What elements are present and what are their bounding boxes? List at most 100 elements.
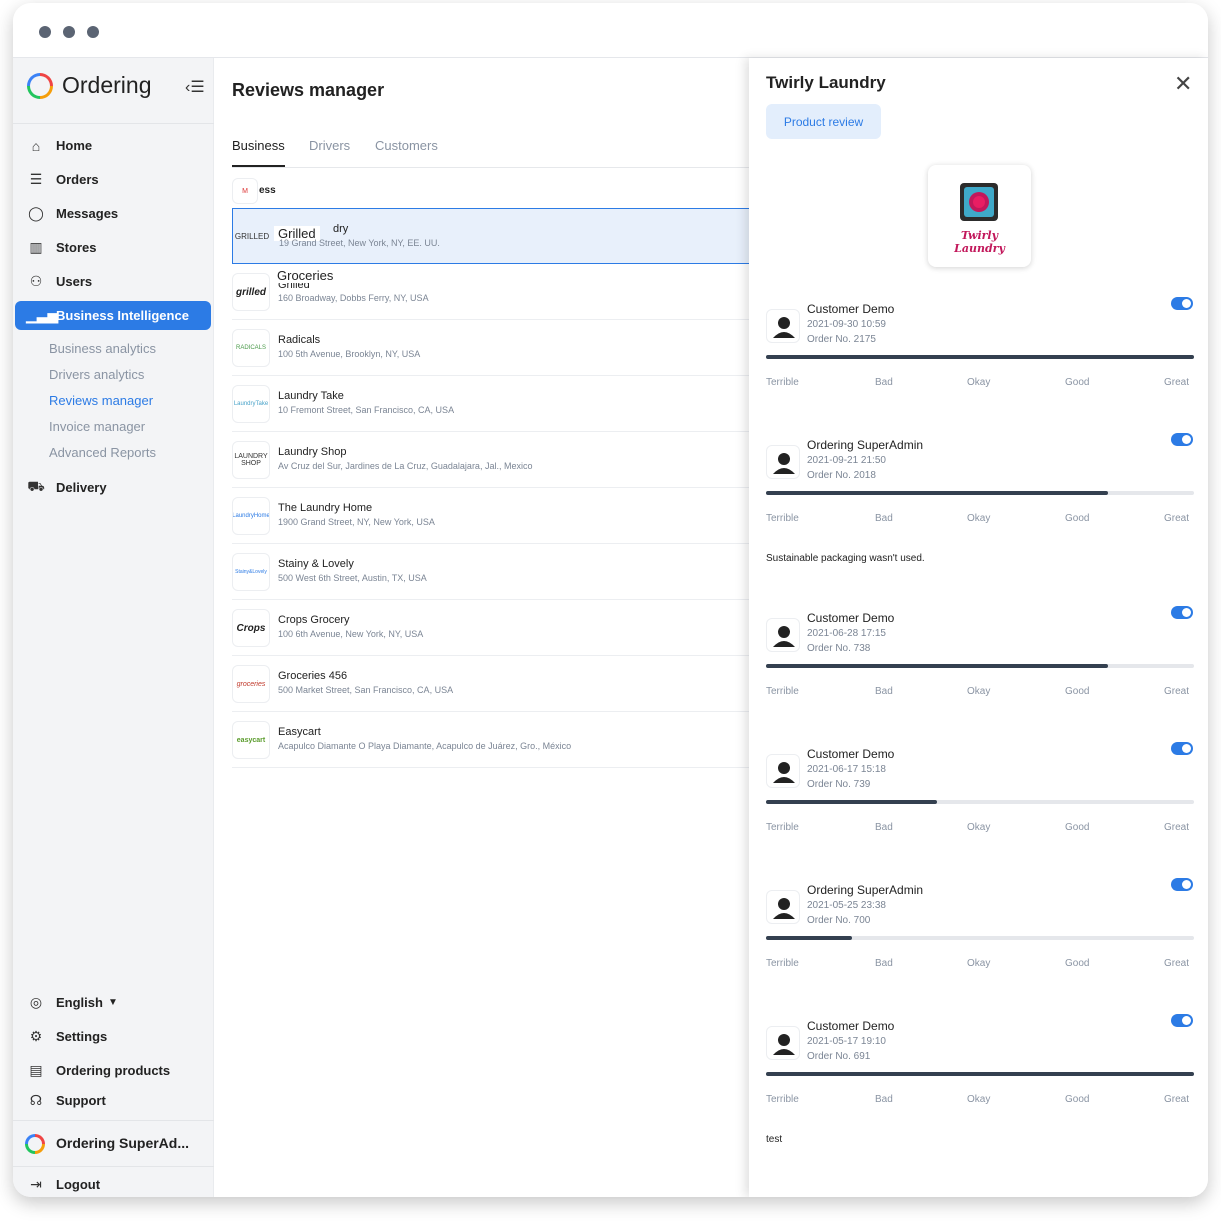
- reviewer-name: Customer Demo: [807, 611, 895, 625]
- scale-label: Okay: [967, 686, 991, 697]
- business-row[interactable]: grilled Grilled Groceries 160 Broadway, …: [232, 264, 752, 320]
- business-logo: LAUNDRY SHOP: [232, 441, 270, 479]
- review-detail-panel: Twirly Laundry ✕ Product review Twirly L…: [749, 58, 1208, 1197]
- window-dot-maximize[interactable]: [87, 26, 99, 38]
- review-date: 2021-05-17 19:10: [807, 1036, 886, 1047]
- review-toggle[interactable]: [1171, 297, 1193, 310]
- business-list-header: M ess: [232, 178, 752, 206]
- language-select[interactable]: ◎ English ▼: [15, 988, 211, 1017]
- close-icon[interactable]: ✕: [1174, 73, 1192, 95]
- business-row[interactable]: LaundryTake Laundry Take 10 Fremont Stre…: [232, 376, 752, 432]
- tab-business[interactable]: Business: [232, 138, 285, 153]
- business-row[interactable]: Stainy&Lovely Stainy & Lovely 500 West 6…: [232, 544, 752, 600]
- scale-label: Bad: [875, 1094, 893, 1105]
- business-row[interactable]: LAUNDRY SHOP Laundry Shop Av Cruz del Su…: [232, 432, 752, 488]
- review-toggle[interactable]: [1171, 878, 1193, 891]
- nav-orders[interactable]: ☰ Orders: [15, 165, 211, 194]
- business-row[interactable]: groceries Groceries 456 500 Market Stree…: [232, 656, 752, 712]
- rating-fill: [766, 664, 1109, 668]
- window-dot-close[interactable]: [39, 26, 51, 38]
- business-row[interactable]: RADICALS Radicals 100 5th Avenue, Brookl…: [232, 320, 752, 376]
- brand-name: Ordering: [62, 72, 152, 98]
- app-window: Ordering ‹☰ ⌂ Home ☰ Orders ◯ Messages ▥…: [13, 3, 1208, 1197]
- nav-business-intelligence[interactable]: ▁▃▅ Business Intelligence: [15, 301, 211, 330]
- rating-fill: [766, 1072, 1194, 1076]
- scale-label: Great: [1164, 686, 1190, 697]
- nav-home[interactable]: ⌂ Home: [15, 131, 211, 160]
- scale-label: Great: [1164, 822, 1190, 833]
- user-avatar-icon: [766, 890, 800, 924]
- review-date: 2021-05-25 23:38: [807, 900, 886, 911]
- business-row[interactable]: easycart Easycart Acapulco Diamante O Pl…: [232, 712, 752, 768]
- tab-drivers[interactable]: Drivers: [309, 138, 350, 153]
- review-toggle[interactable]: [1171, 1014, 1193, 1027]
- logo-wordmark: Twirly Laundry: [954, 229, 1005, 255]
- sub-invoice-manager[interactable]: Invoice manager: [49, 419, 145, 434]
- tab-bar: Business Drivers Customers: [232, 138, 752, 168]
- product-review-button[interactable]: Product review: [766, 104, 881, 139]
- order-number: Order No. 739: [807, 779, 871, 790]
- nav-label: Stores: [56, 240, 97, 255]
- nav-label: Messages: [56, 206, 119, 221]
- sub-drivers-analytics[interactable]: Drivers analytics: [49, 367, 144, 382]
- business-row[interactable]: Crops Crops Grocery 100 6th Avenue, New …: [232, 600, 752, 656]
- business-name: Easycart: [278, 726, 321, 738]
- order-number: Order No. 700: [807, 915, 871, 926]
- scale-label: Terrible: [766, 822, 799, 833]
- gear-icon: ⚙: [29, 1028, 43, 1044]
- reviewer-name: Customer Demo: [807, 1019, 895, 1033]
- order-number: Order No. 2175: [807, 334, 876, 345]
- sub-advanced-reports[interactable]: Advanced Reports: [49, 445, 156, 460]
- business-name: Laundry Shop: [278, 446, 347, 458]
- business-address: 10 Fremont Street, San Francisco, CA, US…: [278, 405, 455, 415]
- nav-messages[interactable]: ◯ Messages: [15, 199, 211, 228]
- nav-support[interactable]: ☊ Support: [15, 1086, 211, 1115]
- main-content: Reviews manager Business Drivers Custome…: [215, 58, 752, 1197]
- business-logo: GRILLED: [234, 231, 270, 241]
- user-name[interactable]: Ordering SuperAd...: [56, 1135, 189, 1151]
- user-avatar-icon: [766, 309, 800, 343]
- nav-delivery[interactable]: ⛟ Delivery: [15, 473, 211, 502]
- review-comment: test: [766, 1134, 783, 1145]
- reviewer-name: Customer Demo: [807, 747, 895, 761]
- nav-label: Home: [56, 138, 93, 153]
- business-address: 100 5th Avenue, Brooklyn, NY, USA: [278, 349, 421, 359]
- nav-label: Users: [56, 274, 93, 289]
- scale-label: Great: [1164, 513, 1190, 524]
- review-date: 2021-09-30 10:59: [807, 319, 886, 330]
- business-row[interactable]: GRILLED dry Grilled 19 Grand Street, New…: [232, 208, 752, 264]
- sub-reviews-manager[interactable]: Reviews manager: [49, 393, 153, 408]
- review-date: 2021-09-21 21:50: [807, 455, 886, 466]
- business-name: Groceries 456: [278, 670, 348, 682]
- business-address: 19 Grand Street, New York, NY, EE. UU.: [279, 238, 440, 248]
- nav-users[interactable]: ⚇ Users: [15, 267, 211, 296]
- business-row[interactable]: LaundryHome The Laundry Home 1900 Grand …: [232, 488, 752, 544]
- window-dot-minimize[interactable]: [63, 26, 75, 38]
- business-address: 160 Broadway, Dobbs Ferry, NY, USA: [278, 293, 429, 303]
- collapse-sidebar-icon[interactable]: ‹☰: [185, 77, 205, 97]
- nav-settings[interactable]: ⚙ Settings: [15, 1022, 211, 1051]
- scale-label: Okay: [967, 958, 991, 969]
- page-title: Reviews manager: [232, 80, 385, 100]
- rating-fill: [766, 355, 1194, 359]
- review-toggle[interactable]: [1171, 433, 1193, 446]
- scale-label: Good: [1065, 822, 1090, 833]
- business-address: 1900 Grand Street, NY, New York, USA: [278, 517, 435, 527]
- sub-business-analytics[interactable]: Business analytics: [49, 341, 156, 356]
- scale-label: Okay: [967, 513, 991, 524]
- review-date: 2021-06-28 17:15: [807, 628, 886, 639]
- review-toggle[interactable]: [1171, 742, 1193, 755]
- logout-button[interactable]: ⇥ Logout: [15, 1170, 211, 1197]
- scale-label: Bad: [875, 513, 893, 524]
- rating-bar: [766, 664, 1194, 668]
- business-address: Acapulco Diamante O Playa Diamante, Acap…: [278, 741, 572, 751]
- reviewer-name: Ordering SuperAdmin: [807, 883, 924, 897]
- scale-label: Great: [1164, 377, 1190, 388]
- review-toggle[interactable]: [1171, 606, 1193, 619]
- business-logo: Stainy&Lovely: [232, 553, 270, 591]
- drag-overlay-label: Groceries: [273, 268, 338, 283]
- nav-ordering-products[interactable]: ▤ Ordering products: [15, 1056, 211, 1085]
- tab-customers[interactable]: Customers: [375, 138, 438, 153]
- brand-logo: Ordering ‹☰: [27, 72, 217, 102]
- nav-stores[interactable]: ▥ Stores: [15, 233, 211, 262]
